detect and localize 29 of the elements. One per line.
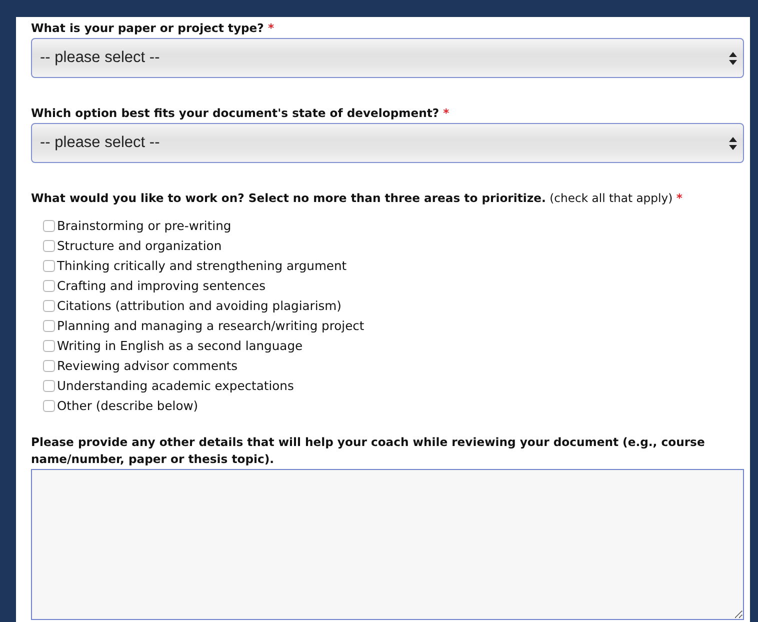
question-label: Please provide any other details that will help your coach while reviewing your document (e.g., course name/number, paper or thesis topic). (31, 434, 706, 468)
checkbox-label: Brainstorming or pre-writing (57, 219, 232, 233)
checkbox-label: Crafting and improving sentences (57, 279, 266, 293)
checkbox-label: Reviewing advisor comments (57, 359, 238, 373)
checkbox[interactable] (43, 260, 55, 272)
question-label: What is your paper or project type? * (31, 20, 276, 37)
checkbox-label: Writing in English as a second language (57, 339, 303, 353)
dropdown[interactable]: -- please select -- (31, 38, 744, 78)
updown-arrows-icon (729, 52, 737, 64)
checkbox-label: Structure and organization (57, 239, 222, 253)
checkbox-label: Citations (attribution and avoiding plagiarism) (57, 299, 342, 313)
question-label: Which option best fits your document's state of development? * (31, 105, 450, 122)
checkbox[interactable] (43, 320, 55, 332)
question-label: What would you like to work on? Select no more than three areas to prioritize. (check all that apply) * (31, 190, 684, 207)
checkbox-label: Understanding academic expectations (57, 379, 294, 393)
checkbox[interactable] (43, 240, 55, 252)
checkbox[interactable] (43, 380, 55, 392)
checkbox[interactable] (43, 340, 55, 352)
checkbox[interactable] (43, 220, 55, 232)
checkbox[interactable] (43, 300, 55, 312)
checkbox-label: Planning and managing a research/writing project (57, 319, 364, 333)
checkbox[interactable] (43, 280, 55, 292)
checkbox-label: Thinking critically and strengthening argument (57, 259, 347, 273)
dropdown[interactable]: -- please select -- (31, 123, 744, 163)
checkbox-label: Other (describe below) (57, 399, 198, 413)
text-area[interactable] (31, 469, 744, 620)
checkbox[interactable] (43, 360, 55, 372)
checkbox[interactable] (43, 400, 55, 412)
updown-arrows-icon (729, 136, 737, 150)
